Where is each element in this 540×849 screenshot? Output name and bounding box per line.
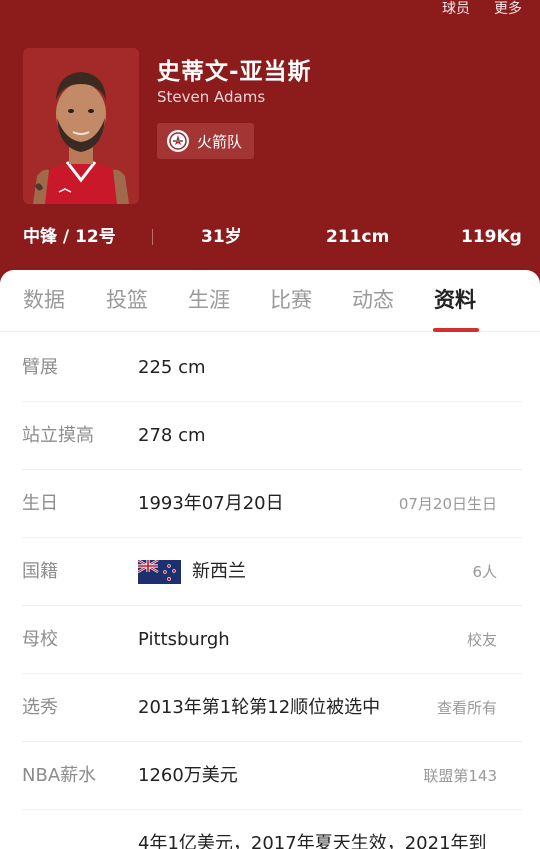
row-value: 1260万美元 [138,765,238,786]
tab-career[interactable]: 生涯 [188,286,230,314]
row-label: NBA薪水 [22,765,97,786]
players-link[interactable]: 球员 [442,0,470,18]
new-zealand-flag-icon [138,560,181,584]
tab-bar: 数据 投篮 生涯 比赛 动态 资料 [0,270,540,332]
profile-row-contract: 4年1亿美元，2017年夏天生效，2021年到 [0,810,540,849]
team-name: 火箭队 [197,132,243,151]
alumni-link[interactable]: 校友 [467,606,497,674]
row-label: 生日 [22,493,58,514]
profile-row-birthday[interactable]: 生日 1993年07月20日 07月20日生日 [0,470,540,538]
profile-row-college[interactable]: 母校 Pittsburgh 校友 [0,606,540,674]
row-label: 选秀 [22,697,58,718]
team-chip[interactable]: 火箭队 [157,123,255,159]
row-label: 国籍 [22,561,58,582]
content-sheet: 数据 投篮 生涯 比赛 动态 资料 臂展 225 cm 站立摸高 278 cm … [0,270,540,849]
row-value: 278 cm [138,425,206,446]
same-birthday-link[interactable]: 07月20日生日 [399,470,497,538]
row-value: 2013年第1轮第12顺位被选中 [138,697,381,718]
profile-row-salary[interactable]: NBA薪水 1260万美元 联盟第143 [0,742,540,810]
profile-row-wingspan: 臂展 225 cm [0,334,540,402]
profile-row-standing-reach: 站立摸高 278 cm [0,402,540,470]
compatriots-link[interactable]: 6人 [472,538,497,606]
tab-games[interactable]: 比赛 [270,286,312,314]
player-photo [23,48,139,204]
team-logo-icon [167,130,189,152]
tab-shooting[interactable]: 投篮 [106,286,148,314]
stats-divider [152,229,153,245]
player-age: 31岁 [201,227,242,247]
position-number: 中锋 / 12号 [23,227,116,247]
row-value: 225 cm [138,357,206,378]
tab-news[interactable]: 动态 [352,286,394,314]
tab-profile[interactable]: 资料 [434,286,476,314]
player-weight: 119Kg [461,227,522,247]
row-label: 臂展 [22,357,58,378]
player-header: 球员 更多 史蒂文-亚当斯 Steven Adams 火箭队 中锋 / 12号 … [0,0,540,290]
row-value: 新西兰 [192,561,246,582]
top-actions: 球员 更多 [442,0,522,18]
view-all-link[interactable]: 查看所有 [437,674,497,742]
player-name-cn: 史蒂文-亚当斯 [157,59,312,85]
contract-detail: 4年1亿美元，2017年夏天生效，2021年到 [138,833,487,849]
player-stats-row: 中锋 / 12号 31岁 211cm 119Kg [0,222,540,252]
player-height: 211cm [326,227,390,247]
profile-list: 臂展 225 cm 站立摸高 278 cm 生日 1993年07月20日 07月… [0,334,540,849]
row-label: 站立摸高 [22,425,94,446]
row-value: Pittsburgh [138,629,230,650]
row-label: 母校 [22,629,58,650]
tab-stats[interactable]: 数据 [23,286,65,314]
salary-rank-link[interactable]: 联盟第143 [423,742,497,810]
active-tab-indicator [433,328,479,332]
player-name-en: Steven Adams [157,88,266,106]
profile-row-draft[interactable]: 选秀 2013年第1轮第12顺位被选中 查看所有 [0,674,540,742]
more-link[interactable]: 更多 [494,0,522,18]
profile-row-nationality[interactable]: 国籍 新西兰 6人 [0,538,540,606]
row-value: 1993年07月20日 [138,493,284,514]
